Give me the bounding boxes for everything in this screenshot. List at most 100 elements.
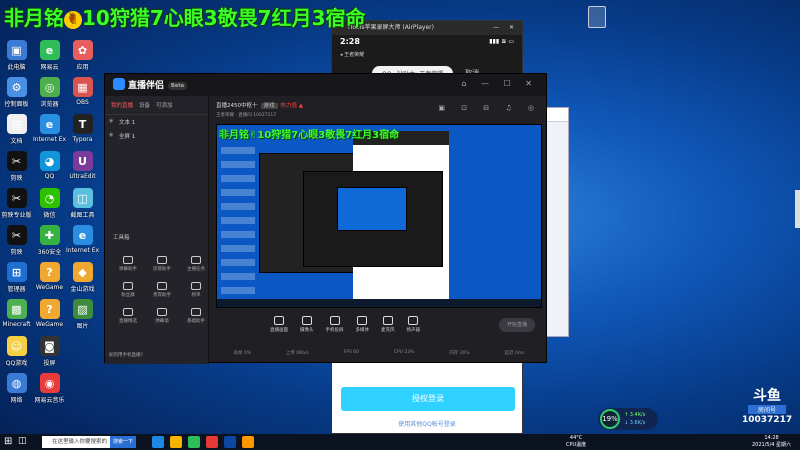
taskbar-clock[interactable]: 14:28 2021/5/4 星期六 [752, 435, 791, 449]
cpu-temp-tray[interactable]: 44°C CPU温度 [566, 435, 586, 449]
clock-date: 2021/5/4 星期六 [752, 442, 792, 448]
toolbox-item[interactable]: 房管助手 [145, 256, 179, 272]
app-titlebar[interactable]: 直播伴侣 Beta ⌂ — ☐ ✕ [105, 74, 546, 96]
source-control-label: 多媒体 [355, 328, 370, 333]
taskbar-app-icon[interactable] [170, 436, 182, 448]
toolbox-item[interactable]: 基础助手 [179, 308, 213, 324]
desktop-icon[interactable]: ✂ 剪映 [0, 225, 33, 256]
desktop-icon[interactable]: ☺ QQ游戏 [0, 336, 33, 367]
desktop-icon[interactable]: ◍ 网络 [0, 373, 33, 404]
mobile-live-tip[interactable]: 如何用手机直播? [109, 352, 143, 358]
desktop-app-icon: ✿ [72, 40, 93, 60]
source-control-label: 麦克风 [381, 328, 395, 333]
phone-back-link[interactable]: ◂ 王者荣耀 [332, 51, 522, 61]
desktop-icon[interactable]: ✿ 应用 [66, 40, 99, 71]
source-control-button[interactable]: 扬声器 [406, 316, 421, 333]
other-account-login-link[interactable]: 使用其他QQ帐号登录 [332, 419, 522, 428]
desktop-icon[interactable]: ? WeGame [33, 262, 66, 293]
toolbox-item[interactable]: 主播任务 [179, 256, 213, 272]
desktop-icon[interactable]: T Typora [66, 114, 99, 145]
desktop-icon[interactable]: ⊞ 管理器 [0, 262, 33, 293]
stat-item: 延迟 0ms [504, 351, 525, 356]
header-tool-icons[interactable]: ▣ ⊡ ⊟ ♫ ◎ [438, 104, 541, 112]
toolbox-item[interactable]: 弹幕助手 [111, 256, 145, 272]
desktop-icon-label: 投屏 [43, 360, 56, 367]
source-control-button[interactable]: 多媒体 [355, 316, 370, 333]
room-header: 直播2450中枢十 游戏 热力值 ▲ 王者荣耀 · 直播间 10037217 ▣ ⊡… [210, 96, 547, 122]
desktop-icon[interactable]: ▩ Minecraft [0, 299, 33, 330]
recycle-bin-icon[interactable] [588, 6, 606, 28]
desktop-icon[interactable]: U UltraEdit [66, 151, 99, 182]
desktop-icon[interactable]: e 网易云 [33, 40, 66, 71]
taskbar: ⊞ ◫ 在这里输入你要搜索的内容 搜索一下 44°C CPU温度 14:28 2… [0, 434, 800, 450]
desktop-app-icon: e [39, 114, 60, 134]
stat-item: 丢帧 0% [233, 351, 251, 356]
scene-item-text[interactable]: 文本 1 [105, 115, 208, 129]
tab-addable[interactable]: 可添加 [156, 101, 173, 109]
start-live-button[interactable]: 开始直播 [499, 318, 535, 332]
authorize-login-button[interactable]: 授权登录 [341, 387, 515, 411]
desktop-app-icon: e [72, 225, 93, 245]
toolbox-item[interactable]: 榜单 [179, 282, 213, 298]
desktop-app-icon: ? [39, 262, 60, 282]
taskbar-app-icon[interactable] [242, 436, 254, 448]
tool-label: 基础助手 [187, 319, 205, 324]
desktop-icon[interactable]: ◙ 投屏 [33, 336, 66, 367]
desktop-icon[interactable]: ⚙ 控制面板 [0, 77, 33, 108]
desktop-icon[interactable]: ◔ 微信 [33, 188, 66, 219]
desktop-icon-label: 截图工具 [70, 212, 95, 219]
desktop-icon[interactable]: ▤ 文档 [0, 114, 33, 145]
desktop-icon[interactable]: e Internet Explorer [33, 114, 66, 145]
desktop-icon[interactable]: ◉ 网易云音乐 [33, 373, 66, 404]
windows-start-icon[interactable]: ⊞ [4, 436, 12, 447]
source-control-button[interactable]: 直播画面 [270, 316, 288, 333]
taskbar-search-button[interactable]: 搜索一下 [110, 436, 137, 448]
desktop-icon-label: Internet Explorer [66, 247, 99, 254]
desktop-icon[interactable]: ◆ 金山游戏 [66, 262, 99, 293]
scene-item-fullscreen[interactable]: 全屏 1 [105, 129, 208, 143]
toolbox-item[interactable]: 贵宾助手 [145, 282, 179, 298]
desktop-icon[interactable]: ▨ 图片 [66, 299, 99, 330]
taskbar-app-icon[interactable] [224, 436, 236, 448]
source-control-button[interactable]: 手机投屏 [326, 316, 344, 333]
toolbox-item[interactable]: 弹幕墙 [145, 308, 179, 324]
desktop-icon[interactable]: ◎ 浏览器 [33, 77, 66, 108]
stream-stats: 丢帧 0% 上传 0Kb/s FPS 60 CPU 23% 内存 26% 延迟 0ms [216, 350, 542, 356]
taskbar-app-icon[interactable] [152, 436, 164, 448]
desktop-icon[interactable] [66, 336, 99, 367]
desktop-icon[interactable]: ▦ OBS [66, 77, 99, 108]
app-logo-icon [113, 78, 125, 90]
desktop-icon[interactable]: ▣ 此电脑 [0, 40, 33, 71]
overlay-title: 非月铭 ✌ 10狩猎7心眼3敬畏7红月3宿命 [4, 2, 366, 31]
tab-my-live[interactable]: 我的直播 [111, 101, 133, 109]
stream-preview[interactable]: 非月铭✌10狩猎7心眼3敬畏7红月3宿命 [216, 124, 542, 308]
network-speed-widget[interactable]: 19% ↑ 3.4K/s ↓ 3.6K/s [598, 408, 658, 430]
taskbar-search-input[interactable]: 在这里输入你要搜索的内容 [42, 436, 110, 448]
toolbox-item[interactable]: 粉丝群 [111, 282, 145, 298]
tab-devices[interactable]: 设备 [139, 101, 150, 109]
source-control-button[interactable]: 麦克风 [381, 316, 395, 333]
toolbox-item[interactable]: 直播精选 [111, 308, 145, 324]
edge-side-tab[interactable] [795, 190, 800, 228]
source-control-label: 扬声器 [406, 328, 421, 333]
desktop-icon[interactable]: ✂ 剪映 [0, 151, 33, 182]
desktop-icon[interactable]: e Internet Explorer [66, 225, 99, 256]
toolbox-title: 工具箱 [113, 235, 130, 241]
taskbar-app-icon[interactable] [206, 436, 218, 448]
app-window-controls[interactable]: ⌂ — ☐ ✕ [461, 79, 538, 88]
itools-window-controls[interactable]: — ✕ [493, 21, 518, 35]
source-control-button[interactable]: 摄像头 [300, 316, 314, 333]
cpu-temp-value: 44°C [569, 435, 583, 441]
desktop-icon[interactable]: ◕ QQ [33, 151, 66, 182]
douyu-logo: 斗鱼 [753, 388, 781, 404]
desktop-icon[interactable]: ? WeGame [33, 299, 66, 330]
room-info: 直播2450中枢十 游戏 热力值 ▲ [216, 101, 303, 109]
desktop-icon[interactable]: ✚ 360安全 [33, 225, 66, 256]
desktop-icon[interactable]: ◫ 截图工具 [66, 188, 99, 219]
taskbar-app-icon[interactable] [188, 436, 200, 448]
streaming-app-window: 直播伴侣Beta ⌂ — ☐ ✕ 我的直播 设备 可添加 文本 1 全屏 1 工… [104, 73, 547, 364]
room-category-tag[interactable]: 游戏 [260, 103, 278, 109]
task-view-icon[interactable]: ◫ [18, 436, 27, 446]
desktop-icon[interactable]: ✂ 剪映专业版 [0, 188, 33, 219]
app-main-panel: 直播2450中枢十 游戏 热力值 ▲ 王者荣耀 · 直播间 10037217 ▣ ⊡… [210, 96, 547, 364]
